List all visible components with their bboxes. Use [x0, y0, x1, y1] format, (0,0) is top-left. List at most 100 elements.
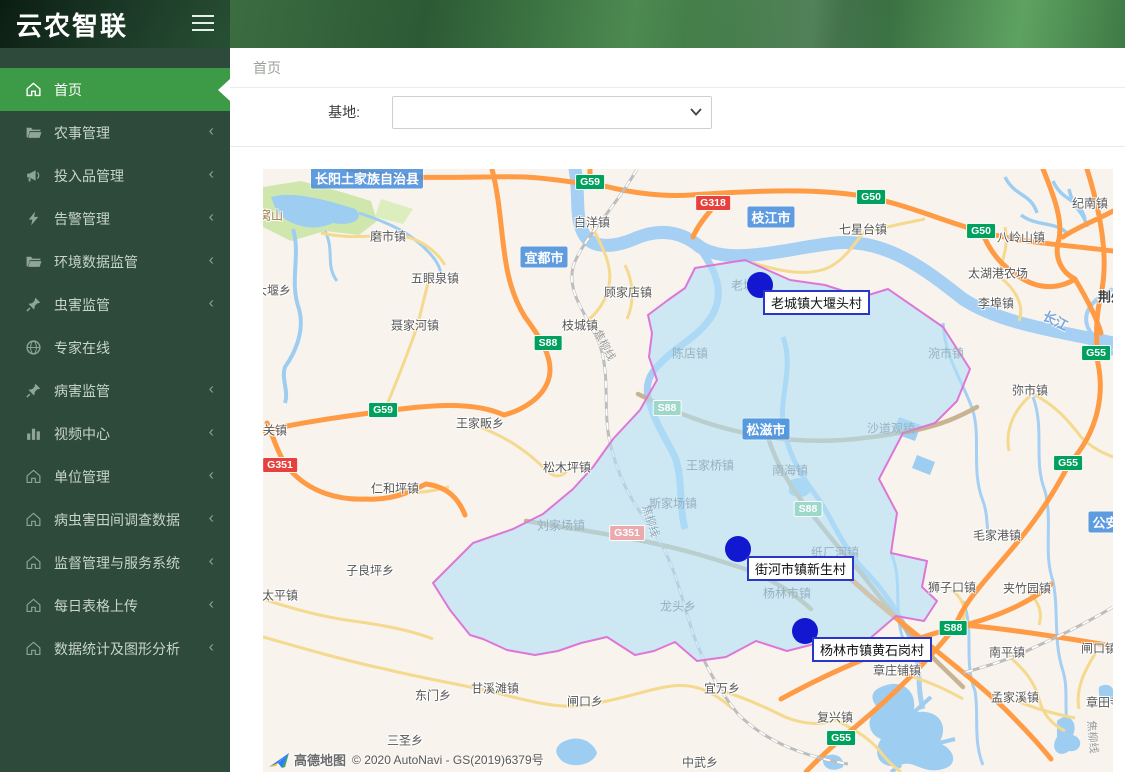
- sidebar-item-label: 病虫害田间调查数据: [54, 511, 180, 528]
- bar-chart-icon: [25, 425, 42, 442]
- home-outline-icon: [25, 640, 42, 657]
- road-shield-s88: S88: [652, 400, 682, 416]
- sidebar-item-3[interactable]: 告警管理 ‹: [0, 197, 230, 240]
- map-town-label: 宜万乡: [703, 681, 741, 696]
- sidebar-item-13[interactable]: 数据统计及图形分析 ‹: [0, 627, 230, 670]
- map-town-label: 涴市镇: [927, 346, 965, 361]
- map-town-label: 松木坪镇: [542, 460, 592, 475]
- map-town-label: 荆州: [1097, 289, 1113, 305]
- map-town-label: 羊关镇: [263, 423, 288, 438]
- home-outline-icon: [25, 468, 42, 485]
- map-town-label: 李埠镇: [977, 296, 1015, 311]
- map-town-label: 太平镇: [263, 588, 299, 603]
- sidebar-item-label: 数据统计及图形分析: [54, 640, 180, 657]
- map-city-label: 松滋市: [742, 418, 790, 440]
- road-shield-g55: G55: [1053, 455, 1083, 471]
- sidebar-item-label: 虫害监管: [54, 296, 110, 313]
- folder-icon: [25, 124, 42, 141]
- chevron-left-icon: ‹: [208, 208, 214, 226]
- sidebar-menu: 首页 农事管理 ‹ 投入品管理 ‹ 告警管理 ‹ 环境数据监管 ‹ 虫害监管 ‹ 专家在线 病害监管 ‹ 视…: [0, 68, 230, 670]
- chevron-left-icon: ‹: [208, 165, 214, 183]
- chevron-left-icon: ‹: [208, 423, 214, 441]
- map-copyright: © 2020 AutoNavi - GS(2019)6379号: [352, 753, 544, 767]
- map-town-label: 纪南镇: [1071, 196, 1109, 211]
- sidebar-item-label: 告警管理: [54, 210, 110, 227]
- base-select-label: 基地:: [328, 104, 360, 120]
- map-town-label: 王家桥镇: [685, 458, 735, 473]
- map-city-label: 公安县: [1088, 511, 1113, 533]
- sidebar-item-4[interactable]: 环境数据监管 ‹: [0, 240, 230, 283]
- sidebar-item-12[interactable]: 每日表格上传 ‹: [0, 584, 230, 627]
- sidebar-item-5[interactable]: 虫害监管 ‹: [0, 283, 230, 326]
- map-town-label: 陈店镇: [671, 346, 709, 361]
- sidebar-item-label: 每日表格上传: [54, 597, 138, 614]
- map-town-label: 顾家店镇: [603, 285, 653, 300]
- megaphone-icon: [25, 167, 42, 184]
- base-select[interactable]: [392, 96, 712, 129]
- road-shield-g318: G318: [695, 195, 731, 211]
- map-town-label: 狮子口镇: [927, 580, 977, 595]
- chevron-left-icon: ‹: [208, 509, 214, 527]
- chevron-left-icon: ‹: [208, 638, 214, 656]
- road-shield-g50: G50: [856, 189, 886, 205]
- sidebar-item-label: 病害监管: [54, 382, 110, 399]
- sidebar-item-9[interactable]: 单位管理 ‹: [0, 455, 230, 498]
- breadcrumb: 首页: [230, 48, 1125, 88]
- sidebar-item-2[interactable]: 投入品管理 ‹: [0, 154, 230, 197]
- chevron-left-icon: ‹: [208, 122, 214, 140]
- bolt-icon: [25, 210, 42, 227]
- map-town-label: 复兴镇: [816, 710, 854, 725]
- home-outline-icon: [25, 511, 42, 528]
- chevron-down-icon: [690, 108, 702, 116]
- map-town-label: 五眼泉镇: [410, 271, 460, 286]
- sidebar-item-6[interactable]: 专家在线: [0, 326, 230, 369]
- chevron-left-icon: ‹: [208, 380, 214, 398]
- sidebar-item-0[interactable]: 首页: [0, 68, 230, 111]
- map-town-label: 南海镇: [771, 463, 809, 478]
- home-icon: [25, 81, 42, 98]
- map-town-label: 斯家场镇: [648, 496, 698, 511]
- map-town-label: 弥市镇: [1011, 383, 1049, 398]
- globe-icon: [25, 339, 42, 356]
- sidebar-item-7[interactable]: 病害监管 ‹: [0, 369, 230, 412]
- map-town-label: 章庄铺镇: [872, 663, 922, 678]
- road-shield-g59: G59: [575, 174, 605, 190]
- sidebar-item-label: 单位管理: [54, 468, 110, 485]
- map-city-label: 宜都市: [520, 246, 568, 268]
- breadcrumb-home[interactable]: 首页: [253, 60, 281, 76]
- hamburger-menu-icon[interactable]: [192, 15, 214, 32]
- map-town-label: 子良坪乡: [345, 563, 395, 578]
- main-content: 首页 基地: 磨市镇 白洋镇 顾家店镇 枝城镇 五眼泉镇 堰乡 聂家河镇 窝山 …: [230, 48, 1125, 772]
- map-town-label: 杨林市镇: [762, 586, 812, 601]
- map-town-label: 沙道观镇: [866, 421, 916, 436]
- header-banner: [230, 0, 1125, 48]
- chevron-left-icon: ‹: [208, 294, 214, 312]
- chevron-left-icon: ‹: [208, 466, 214, 484]
- map-attribution: 高德地图 © 2020 AutoNavi - GS(2019)6379号: [268, 750, 544, 769]
- sidebar-item-1[interactable]: 农事管理 ‹: [0, 111, 230, 154]
- road-shield-g351: G351: [609, 525, 645, 541]
- sidebar-item-label: 监督管理与服务系统: [54, 554, 180, 571]
- road-shield-g50: G50: [966, 223, 996, 239]
- map-town-label: 七星台镇: [838, 222, 888, 237]
- map-town-label: 甘溪滩镇: [470, 681, 520, 696]
- sidebar-item-8[interactable]: 视频中心 ‹: [0, 412, 230, 455]
- map-city-label: 枝江市: [747, 206, 795, 228]
- sidebar-item-10[interactable]: 病虫害田间调查数据 ‹: [0, 498, 230, 541]
- app-title: 云农智联: [16, 10, 129, 41]
- folder-icon: [25, 253, 42, 270]
- map-town-label: 章田寺乡: [1085, 695, 1113, 710]
- map-town-label: 刘家场镇: [536, 518, 586, 533]
- map-town-label: 仁和坪镇: [370, 481, 420, 496]
- map-canvas[interactable]: 磨市镇 白洋镇顾家店镇枝城镇 五眼泉镇大堰乡聂家河镇 窝山七星台镇八岭山镇 纪南镇太湖港…: [263, 169, 1113, 772]
- road-shield-g59: G59: [368, 402, 398, 418]
- map-marker-label-2: 杨林市镇黄石岗村: [812, 637, 933, 662]
- sidebar-item-label: 环境数据监管: [54, 253, 138, 270]
- map-town-label: 枝城镇: [561, 318, 599, 333]
- sidebar-item-11[interactable]: 监督管理与服务系统 ‹: [0, 541, 230, 584]
- map-town-label: 中武乡: [681, 755, 719, 770]
- map-town-label: 聂家河镇: [390, 318, 440, 333]
- road-shield-s88: S88: [793, 501, 823, 517]
- sidebar-item-label: 农事管理: [54, 124, 110, 141]
- road-shield-g55: G55: [826, 730, 856, 746]
